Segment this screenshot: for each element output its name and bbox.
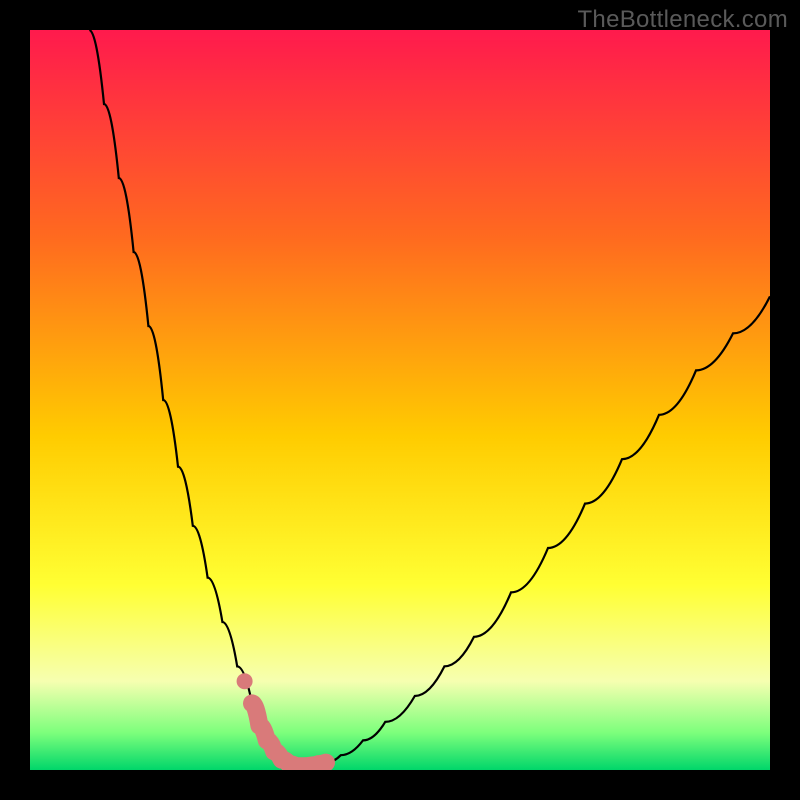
plot-area xyxy=(30,30,770,770)
highlight-dot xyxy=(237,673,253,689)
highlighted-trough xyxy=(252,703,326,766)
curves-layer xyxy=(30,30,770,770)
left-curve xyxy=(89,30,289,764)
right-curve xyxy=(311,296,770,765)
chart-frame: TheBottleneck.com xyxy=(0,0,800,800)
watermark-label: TheBottleneck.com xyxy=(577,6,788,34)
